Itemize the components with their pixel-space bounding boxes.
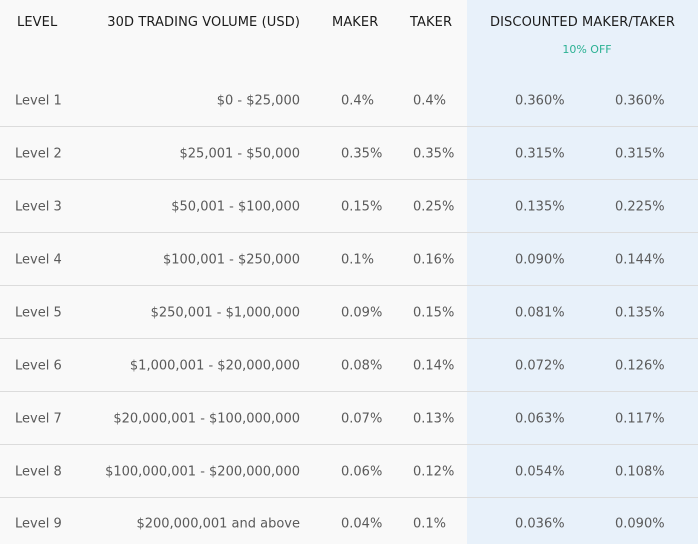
row-volume: $200,000,001 and above [136,516,300,532]
row-discounted-maker-fee: 0.315% [515,146,565,161]
row-volume: $0 - $25,000 [216,93,300,108]
row-level: Level 9 [15,516,62,532]
row-maker-fee: 0.15% [341,199,383,214]
table-row: Level 3 $50,001 - $100,000 0.15% 0.25% 0… [0,180,698,233]
row-taker-fee: 0.4% [413,93,447,108]
row-level: Level 6 [15,358,62,373]
row-discounted-maker-fee: 0.081% [515,305,565,320]
row-discounted-maker-fee: 0.360% [515,93,565,108]
header-taker: TAKER [410,15,453,30]
row-volume: $50,001 - $100,000 [171,199,300,214]
row-discounted-maker-fee: 0.090% [515,252,565,267]
row-volume: $20,000,001 - $100,000,000 [113,411,300,426]
header-volume: 30D TRADING VOLUME (USD) [107,15,300,30]
row-level: Level 8 [15,464,62,479]
row-discounted-taker-fee: 0.225% [615,199,665,214]
row-level: Level 7 [15,411,62,426]
table-row: Level 7 $20,000,001 - $100,000,000 0.07%… [0,392,698,445]
row-maker-fee: 0.08% [341,358,383,373]
header-discounted: DISCOUNTED MAKER/TAKER [490,15,675,30]
row-taker-fee: 0.1% [413,516,447,532]
row-taker-fee: 0.13% [413,411,455,426]
row-level: Level 1 [15,93,62,108]
row-maker-fee: 0.1% [341,252,375,267]
row-maker-fee: 0.06% [341,464,383,479]
row-discounted-taker-fee: 0.144% [615,252,665,267]
row-volume: $25,001 - $50,000 [179,146,300,161]
row-discounted-maker-fee: 0.072% [515,358,565,373]
row-maker-fee: 0.35% [341,146,383,161]
row-level: Level 3 [15,199,62,214]
header-maker: MAKER [332,15,379,30]
row-level: Level 4 [15,252,62,267]
row-taker-fee: 0.35% [413,146,455,161]
row-discounted-maker-fee: 0.135% [515,199,565,214]
row-taker-fee: 0.14% [413,358,455,373]
row-maker-fee: 0.07% [341,411,383,426]
row-discounted-maker-fee: 0.036% [515,516,565,532]
row-discounted-taker-fee: 0.117% [615,411,665,426]
table-row: Level 9 $200,000,001 and above 0.04% 0.1… [0,498,698,544]
row-maker-fee: 0.04% [341,516,383,532]
row-discounted-taker-fee: 0.360% [615,93,665,108]
row-discounted-taker-fee: 0.090% [615,516,665,532]
fee-table: LEVEL 30D TRADING VOLUME (USD) MAKER TAK… [0,0,698,544]
row-maker-fee: 0.09% [341,305,383,320]
row-taker-fee: 0.15% [413,305,455,320]
row-level: Level 5 [15,305,62,320]
row-taker-fee: 0.25% [413,199,455,214]
row-discounted-taker-fee: 0.315% [615,146,665,161]
table-row: Level 4 $100,001 - $250,000 0.1% 0.16% 0… [0,233,698,286]
row-discounted-taker-fee: 0.108% [615,464,665,479]
table-row: Level 2 $25,001 - $50,000 0.35% 0.35% 0.… [0,127,698,180]
row-volume: $100,000,001 - $200,000,000 [105,464,300,479]
table-row: Level 8 $100,000,001 - $200,000,000 0.06… [0,445,698,498]
table-row: Level 6 $1,000,001 - $20,000,000 0.08% 0… [0,339,698,392]
row-volume: $1,000,001 - $20,000,000 [129,358,300,373]
row-discounted-maker-fee: 0.054% [515,464,565,479]
row-discounted-taker-fee: 0.126% [615,358,665,373]
row-volume: $100,001 - $250,000 [162,252,300,267]
row-level: Level 2 [15,146,62,161]
row-taker-fee: 0.12% [413,464,455,479]
table-row: Level 5 $250,001 - $1,000,000 0.09% 0.15… [0,286,698,339]
header-level: LEVEL [17,15,58,30]
row-taker-fee: 0.16% [413,252,455,267]
table-header: LEVEL 30D TRADING VOLUME (USD) MAKER TAK… [0,0,698,74]
row-discounted-maker-fee: 0.063% [515,411,565,426]
row-discounted-taker-fee: 0.135% [615,305,665,320]
discount-badge: 10% OFF [562,43,612,56]
row-volume: $250,001 - $1,000,000 [150,305,300,320]
table-row: Level 1 $0 - $25,000 0.4% 0.4% 0.360% 0.… [0,74,698,127]
row-maker-fee: 0.4% [341,93,375,108]
